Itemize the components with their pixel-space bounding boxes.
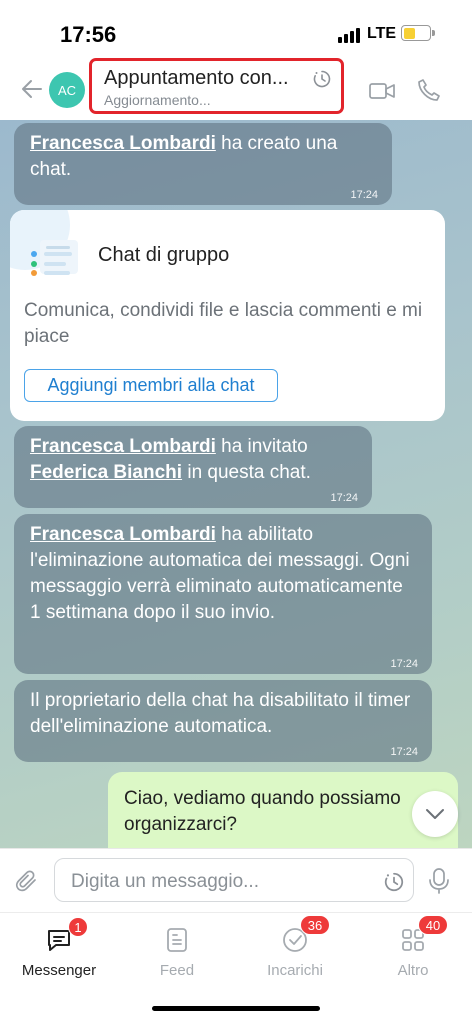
message-text: Il proprietario della chat ha disabilita… [30, 690, 411, 737]
notification-badge: 40 [418, 915, 448, 935]
scroll-down-button[interactable] [412, 791, 458, 837]
group-chat-illustration-icon [31, 240, 78, 276]
auto-delete-timer-icon[interactable] [383, 871, 405, 893]
attach-icon[interactable] [15, 869, 39, 893]
nav-label: Altro [397, 962, 429, 979]
system-message: Francesca Lombardi ha invitato Federica … [14, 426, 372, 508]
message-time: 17:25 [416, 840, 444, 848]
message-author-link[interactable]: Francesca Lombardi [30, 524, 216, 545]
nav-item-tasks[interactable]: 36 Incarichi [236, 913, 354, 993]
own-message: Ciao, vediamo quando possiamo organizzar… [108, 772, 458, 848]
card-description: Comunica, condividi file e lascia commen… [24, 300, 423, 347]
battery-icon [401, 25, 435, 41]
microphone-icon[interactable] [428, 867, 450, 895]
message-text: ha invitato [215, 436, 308, 457]
back-arrow-icon[interactable] [20, 76, 44, 102]
system-message: Il proprietario della chat ha disabilita… [14, 680, 432, 762]
message-time: 17:24 [390, 658, 418, 670]
nav-label: Incarichi [267, 962, 323, 979]
notification-badge: 1 [68, 917, 88, 937]
phone-call-icon[interactable] [417, 78, 441, 102]
nav-label: Feed [159, 962, 195, 979]
message-author-link[interactable]: Federica Bianchi [30, 462, 182, 483]
system-message: Francesca Lombardi ha abilitato l'elimin… [14, 514, 432, 674]
status-bar: 17:56 LTE [0, 0, 472, 62]
nav-item-messenger[interactable]: 1 Messenger [0, 913, 118, 993]
network-label: LTE [367, 25, 397, 42]
system-message: Francesca Lombardi ha creato una chat. 1… [14, 123, 392, 205]
chat-subtitle: Aggiornamento... [104, 92, 211, 108]
message-time: 17:24 [350, 189, 378, 201]
nav-label: Messenger [21, 962, 97, 979]
auto-delete-timer-icon [313, 70, 331, 88]
nav-item-feed[interactable]: Feed [118, 913, 236, 993]
message-time: 17:24 [330, 492, 358, 504]
message-input[interactable]: Digita un messaggio... [54, 858, 414, 902]
feed-icon [167, 928, 187, 952]
chat-avatar[interactable]: AC [49, 72, 85, 108]
nav-item-more[interactable]: 40 Altro [354, 913, 472, 993]
message-author-link[interactable]: Francesca Lombardi [30, 436, 216, 457]
signal-icon [338, 28, 360, 43]
message-time: 17:24 [390, 746, 418, 758]
message-input-placeholder: Digita un messaggio... [71, 871, 259, 892]
card-title: Chat di gruppo [98, 244, 230, 266]
video-call-icon[interactable] [369, 81, 395, 101]
notification-badge: 36 [300, 915, 330, 935]
home-indicator [152, 1006, 320, 1011]
message-text: in questa chat. [182, 462, 311, 483]
group-chat-card: Chat di gruppo Comunica, condividi file … [10, 210, 445, 421]
chat-title: Appuntamento con... [104, 67, 289, 89]
chat-messages-area[interactable]: Francesca Lombardi ha creato una chat. 1… [0, 120, 472, 848]
chat-title-area[interactable]: Appuntamento con... Aggiornamento... [89, 58, 344, 114]
message-author-link[interactable]: Francesca Lombardi [30, 133, 216, 154]
add-members-button[interactable]: Aggiungi membri alla chat [24, 369, 278, 402]
chat-header: AC Appuntamento con... Aggiornamento... [0, 58, 472, 120]
chevron-down-icon [426, 809, 444, 819]
status-time: 17:56 [60, 22, 117, 47]
message-text: Ciao, vediamo quando possiamo organizzar… [124, 788, 401, 835]
message-composer: Digita un messaggio... [0, 848, 472, 912]
